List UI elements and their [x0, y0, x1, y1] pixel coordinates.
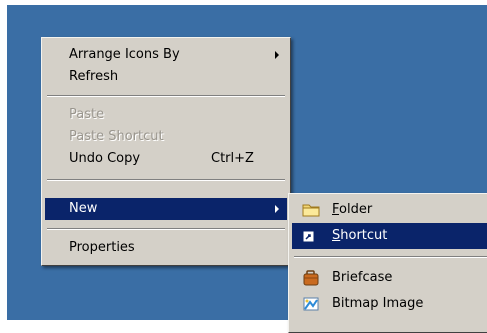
- menu-item-paste[interactable]: Paste: [45, 104, 287, 126]
- menu-item-label: Paste Shortcut: [69, 129, 164, 144]
- folder-icon: [302, 204, 320, 217]
- desktop-context-menu: Arrange Icons By Refresh Paste Paste Sho…: [41, 37, 291, 266]
- menu-item-arrange-icons-by[interactable]: Arrange Icons By: [45, 44, 287, 66]
- menu-separator: [47, 228, 285, 230]
- menu-item-label: Shortcut: [332, 228, 388, 243]
- menu-item-label: Folder: [332, 202, 373, 217]
- menu-item-undo-copy[interactable]: Undo Copy Ctrl+Z: [45, 148, 287, 170]
- submenu-arrow-icon: [275, 51, 279, 59]
- menu-item-label: Bitmap Image: [332, 296, 424, 311]
- submenu-item-shortcut[interactable]: Shortcut: [292, 223, 487, 249]
- menu-item-label: Arrange Icons By: [69, 47, 180, 62]
- menu-item-properties[interactable]: Properties: [45, 237, 287, 259]
- menu-separator: [47, 179, 285, 181]
- menu-item-label: Refresh: [69, 69, 119, 84]
- menu-item-label: Properties: [69, 240, 135, 255]
- menu-item-refresh[interactable]: Refresh: [45, 66, 287, 88]
- menu-separator: [294, 256, 487, 258]
- menu-item-label: New: [69, 201, 98, 216]
- menu-separator: [47, 95, 285, 97]
- briefcase-icon: [303, 270, 319, 286]
- new-submenu: Folder Shortcut Briefcase Bitmap Image: [288, 193, 487, 333]
- menu-item-label: Undo Copy: [69, 151, 141, 166]
- submenu-item-bitmap-image[interactable]: Bitmap Image: [292, 291, 487, 317]
- menu-item-new[interactable]: New: [45, 198, 287, 220]
- menu-item-label: Paste: [69, 107, 105, 122]
- menu-item-label: Briefcase: [332, 270, 393, 285]
- submenu-arrow-icon: [275, 205, 279, 213]
- menu-item-shortcut: Ctrl+Z: [211, 151, 254, 166]
- shortcut-icon: [303, 231, 314, 242]
- menu-item-paste-shortcut[interactable]: Paste Shortcut: [45, 126, 287, 148]
- submenu-item-briefcase[interactable]: Briefcase: [292, 265, 487, 291]
- bitmap-image-icon: [303, 297, 319, 311]
- submenu-item-folder[interactable]: Folder: [292, 197, 487, 223]
